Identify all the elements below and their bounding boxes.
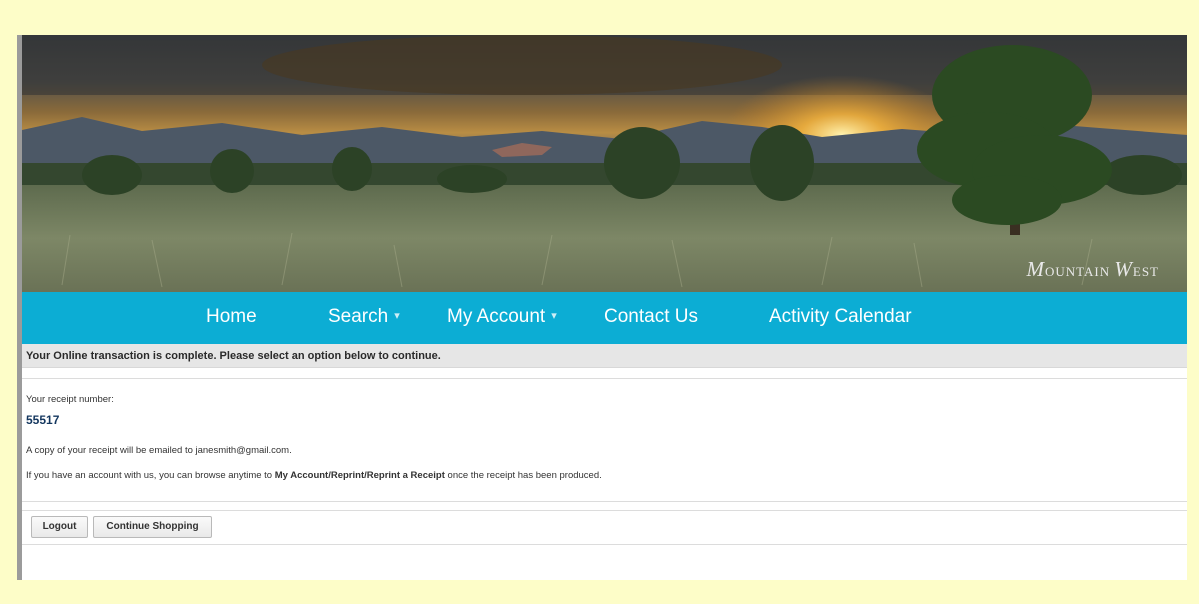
brand-logo: MOUNTAIN WEST	[1026, 257, 1159, 281]
landscape-illustration	[22, 35, 1187, 292]
nav-my-account[interactable]: My Account ▾	[447, 292, 557, 344]
status-message: Your Online transaction is complete. Ple…	[22, 344, 1187, 368]
email-note: A copy of your receipt will be emailed t…	[26, 445, 292, 456]
chevron-down-icon: ▾	[394, 310, 400, 323]
divider	[22, 378, 1187, 379]
logout-button[interactable]: Logout	[31, 516, 88, 538]
divider	[22, 501, 1187, 502]
nav-my-account-label: My Account	[447, 306, 546, 327]
browse-note: If you have an account with us, you can …	[26, 470, 602, 481]
browse-note-suffix: once the receipt has been produced.	[444, 470, 602, 481]
divider	[22, 544, 1187, 545]
chevron-down-icon: ▾	[551, 310, 557, 323]
divider	[22, 510, 1187, 511]
browse-note-prefix: If you have an account with us, you can …	[26, 470, 275, 481]
nav-activity-calendar-label: Activity Calendar	[769, 306, 912, 327]
nav-home-label: Home	[206, 306, 257, 327]
main-navbar: Home Search ▾ My Account ▾ Contact Us Acti…	[22, 292, 1187, 344]
nav-search[interactable]: Search ▾	[328, 292, 400, 344]
nav-search-label: Search	[328, 306, 389, 327]
nav-contact-us[interactable]: Contact Us	[604, 292, 698, 344]
banner-image: MOUNTAIN WEST	[22, 35, 1187, 292]
reprint-path: My Account/Reprint/Reprint a Receipt	[274, 470, 445, 481]
receipt-number: 55517	[26, 413, 60, 427]
nav-activity-calendar[interactable]: Activity Calendar	[769, 292, 912, 344]
nav-contact-us-label: Contact Us	[604, 306, 698, 327]
receipt-label: Your receipt number:	[26, 394, 114, 405]
nav-home[interactable]: Home	[206, 292, 257, 344]
continue-shopping-button[interactable]: Continue Shopping	[93, 516, 212, 538]
page-frame: MOUNTAIN WEST Home Search ▾ My Account ▾ C…	[17, 35, 1187, 580]
